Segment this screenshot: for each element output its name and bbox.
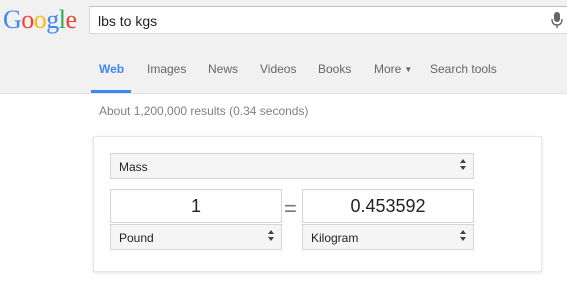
top-bar: Google lbs to kgs: [0, 0, 567, 46]
tab-books[interactable]: Books: [318, 62, 351, 76]
active-tab-indicator: [91, 90, 131, 93]
search-query: lbs to kgs: [98, 13, 158, 29]
to-unit-select[interactable]: Kilogram: [302, 224, 474, 250]
tab-images[interactable]: Images: [147, 62, 186, 76]
microphone-icon[interactable]: [550, 11, 564, 29]
tab-news[interactable]: News: [208, 62, 238, 76]
chevron-down-icon: ▼: [404, 65, 413, 74]
from-value-input[interactable]: 1: [110, 189, 282, 223]
logo-letter: o: [21, 5, 34, 34]
to-unit-value: Kilogram: [311, 231, 359, 245]
tab-more-label: More: [374, 62, 402, 76]
logo-letter: o: [33, 5, 47, 34]
quantity-select-value: Mass: [119, 160, 148, 174]
tab-search-tools[interactable]: Search tools: [430, 62, 497, 76]
to-value-input[interactable]: 0.453592: [302, 189, 474, 223]
google-logo[interactable]: Google: [3, 5, 77, 35]
updown-arrows-icon: [268, 229, 274, 243]
logo-letter: e: [65, 5, 78, 34]
logo-letter: G: [3, 5, 22, 34]
from-unit-value: Pound: [119, 231, 154, 245]
updown-arrows-icon: [460, 229, 466, 243]
tab-web[interactable]: Web: [99, 62, 124, 76]
logo-letter: l: [58, 5, 66, 34]
equals-sign: =: [284, 196, 297, 221]
from-unit-select[interactable]: Pound: [110, 224, 282, 250]
tab-videos[interactable]: Videos: [260, 62, 296, 76]
result-stats: About 1,200,000 results (0.34 seconds): [99, 104, 309, 118]
logo-letter: g: [46, 5, 59, 34]
search-tabs: Web Images News Videos Books More ▼ Searc…: [0, 46, 567, 94]
tab-more[interactable]: More ▼: [374, 62, 412, 76]
quantity-select[interactable]: Mass: [110, 153, 474, 179]
unit-converter-card: Mass 1 = 0.453592 Pound Kilogram: [93, 136, 542, 272]
updown-arrows-icon: [460, 158, 466, 172]
search-input[interactable]: lbs to kgs: [89, 6, 567, 34]
